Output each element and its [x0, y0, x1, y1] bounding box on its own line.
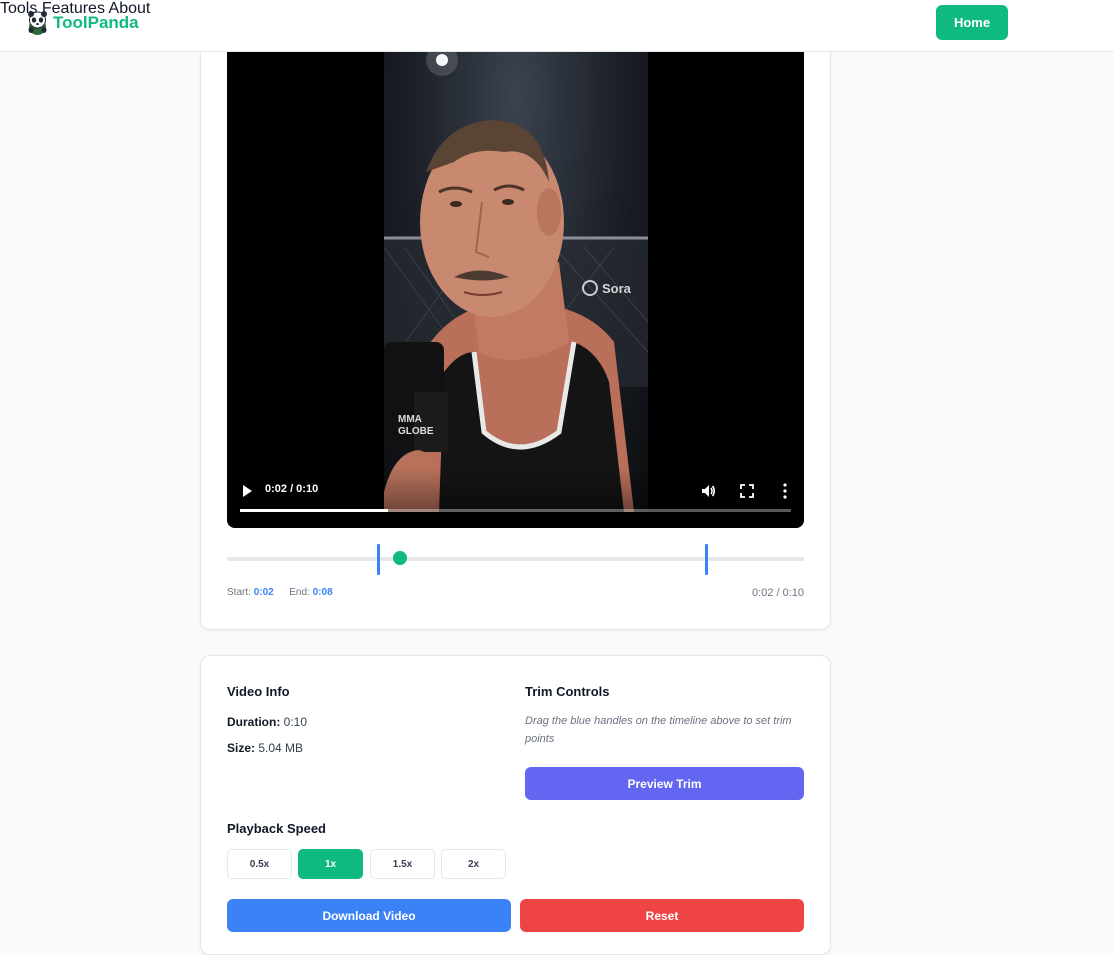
trim-controls-title: Trim Controls: [525, 684, 610, 699]
timeline-playhead[interactable]: [393, 551, 408, 565]
playback-speed-title: Playback Speed: [227, 821, 326, 836]
duration-row: Duration: 0:10: [227, 715, 307, 729]
reset-button[interactable]: Reset: [520, 899, 804, 932]
video-info-title: Video Info: [227, 684, 290, 699]
fullscreen-icon[interactable]: [740, 484, 754, 498]
speed-1x-button[interactable]: 1x: [298, 849, 363, 879]
start-label: Start:: [227, 587, 251, 598]
speed-2x-button[interactable]: 2x: [441, 849, 506, 879]
video-player[interactable]: MMA GLOBE Sora 0:02 / 0:10: [227, 52, 804, 528]
video-frame: MMA GLOBE Sora: [384, 52, 648, 512]
trim-end-handle[interactable]: [705, 544, 709, 575]
size-row: Size: 5.04 MB: [227, 741, 303, 755]
start-time-value: 0:02: [253, 587, 274, 598]
brand-name: ToolPanda: [53, 13, 139, 32]
video-progress-bar[interactable]: [240, 509, 791, 512]
svg-text:MMA: MMA: [398, 414, 422, 425]
brand[interactable]: ToolPanda: [26, 10, 139, 36]
sora-watermark: Sora: [602, 281, 632, 296]
trim-range-labels: Start: 0:02 End: 0:08: [227, 587, 333, 598]
trim-timeline[interactable]: [227, 544, 804, 575]
speed-0-5x-button[interactable]: 0.5x: [227, 849, 292, 879]
panda-logo-icon: [28, 11, 47, 35]
volume-icon[interactable]: [700, 483, 716, 499]
top-navbar: ToolPanda Tools Features About Home: [0, 0, 1114, 52]
svg-text:GLOBE: GLOBE: [398, 426, 434, 437]
trim-start-handle[interactable]: [376, 544, 380, 575]
speed-1-5x-button[interactable]: 1.5x: [370, 849, 435, 879]
size-value: 5.04 MB: [258, 741, 304, 755]
play-icon[interactable]: [241, 484, 253, 498]
video-progress-fill: [240, 509, 388, 512]
home-button[interactable]: Home: [936, 5, 1008, 40]
download-video-button[interactable]: Download Video: [227, 899, 511, 932]
trim-hint-text: Drag the blue handles on the timeline ab…: [525, 715, 792, 745]
timeline-time-display: 0:02 / 0:10: [752, 587, 804, 599]
video-time-display: 0:02 / 0:10: [265, 483, 319, 495]
duration-label: Duration:: [227, 715, 281, 729]
video-frame-image: MMA GLOBE Sora: [384, 52, 648, 512]
end-time-value: 0:08: [312, 587, 333, 598]
duration-value: 0:10: [283, 715, 308, 729]
preview-trim-button[interactable]: Preview Trim: [525, 767, 804, 800]
size-label: Size:: [227, 741, 256, 755]
video-controls-bar: [227, 468, 804, 528]
more-options-icon[interactable]: [781, 482, 789, 500]
end-label: End:: [289, 587, 310, 598]
